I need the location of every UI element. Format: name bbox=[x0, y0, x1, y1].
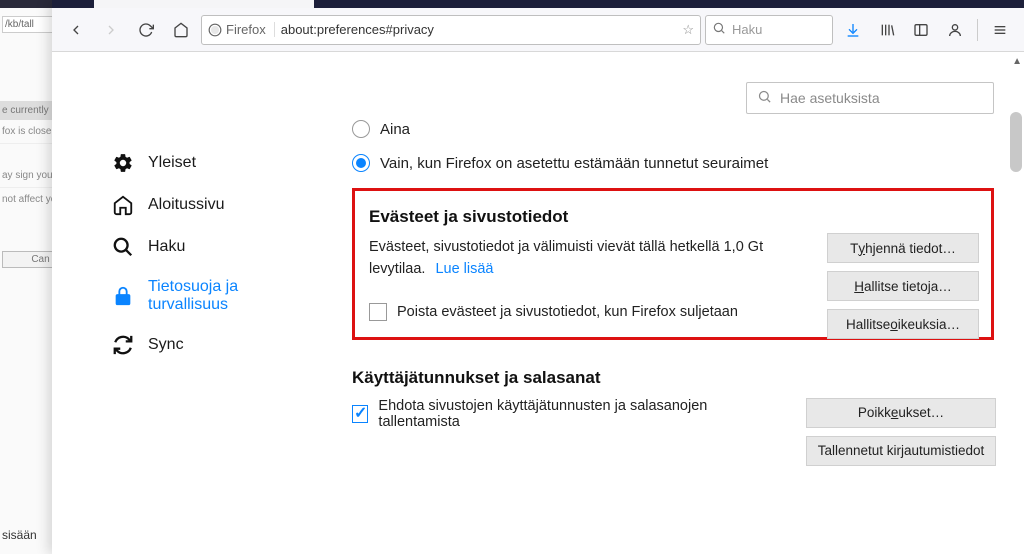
clear-data-button[interactable]: Tyhjennä tiedot… bbox=[827, 233, 979, 263]
lock-icon bbox=[112, 285, 134, 307]
scroll-up-arrow[interactable]: ▲ bbox=[1012, 56, 1022, 67]
url-bar[interactable]: Firefox about:preferences#privacy ☆ bbox=[201, 15, 701, 45]
bookmark-star-icon[interactable]: ☆ bbox=[682, 22, 694, 38]
remember-passwords-checkbox[interactable] bbox=[352, 405, 368, 423]
radio-always[interactable] bbox=[352, 120, 370, 138]
search-placeholder: Haku bbox=[732, 22, 762, 37]
toolbar: Firefox about:preferences#privacy ☆ Haku bbox=[52, 8, 1024, 52]
saved-logins-button[interactable]: Tallennetut kirjautumistiedot bbox=[806, 436, 996, 466]
preferences-nav: Yleiset Aloitussivu Haku Tietosuoja ja t… bbox=[112, 142, 302, 366]
search-icon bbox=[112, 236, 134, 258]
account-button[interactable] bbox=[939, 15, 971, 45]
tab-strip: Asetukset × bbox=[52, 0, 1024, 8]
toolbar-separator bbox=[977, 19, 978, 41]
radio-only-blocking[interactable] bbox=[352, 154, 370, 172]
cookies-title: Evästeet ja sivustotiedot bbox=[369, 207, 977, 227]
exceptions-button[interactable]: Poikkeukset… bbox=[806, 398, 996, 428]
nav-general[interactable]: Yleiset bbox=[112, 142, 302, 184]
learn-more-link[interactable]: Lue lisää bbox=[435, 261, 493, 277]
sync-icon bbox=[112, 334, 134, 356]
nav-privacy[interactable]: Tietosuoja ja turvallisuus bbox=[112, 268, 302, 324]
tab-close-button[interactable]: × bbox=[298, 0, 306, 2]
logins-section: Käyttäjätunnukset ja salasanat Ehdota si… bbox=[352, 368, 994, 430]
firefox-window: Asetukset × Firefox about:preferences#pr… bbox=[52, 0, 1024, 554]
menu-button[interactable] bbox=[984, 15, 1016, 45]
tab-title: Asetukset bbox=[122, 0, 192, 3]
nav-label: Tietosuoja ja turvallisuus bbox=[148, 278, 302, 314]
radio-always-label: Aina bbox=[380, 121, 410, 138]
radio-only-blocking-row[interactable]: Vain, kun Firefox on asetettu estämään t… bbox=[352, 154, 994, 172]
sidebar-button[interactable] bbox=[905, 15, 937, 45]
nav-label: Aloitussivu bbox=[148, 196, 224, 214]
gear-icon bbox=[112, 152, 134, 174]
search-icon bbox=[757, 89, 772, 107]
downloads-button[interactable] bbox=[837, 15, 869, 45]
remember-passwords-label: Ehdota sivustojen käyttäjätunnusten ja s… bbox=[378, 398, 752, 430]
forward-button[interactable] bbox=[95, 15, 126, 45]
cookies-body: Evästeet, sivustotiedot ja välimuisti vi… bbox=[369, 237, 799, 281]
identity-box[interactable]: Firefox bbox=[208, 22, 275, 37]
library-button[interactable] bbox=[871, 15, 903, 45]
logins-title: Käyttäjätunnukset ja salasanat bbox=[352, 368, 994, 388]
radio-always-row[interactable]: Aina bbox=[352, 120, 994, 138]
delete-on-close-checkbox[interactable] bbox=[369, 303, 387, 321]
cookies-section-highlight: Evästeet ja sivustotiedot Evästeet, sivu… bbox=[352, 188, 994, 340]
home-button[interactable] bbox=[166, 15, 197, 45]
nav-sync[interactable]: Sync bbox=[112, 324, 302, 366]
search-settings-input[interactable]: Hae asetuksista bbox=[746, 82, 994, 114]
home-icon bbox=[112, 194, 134, 216]
search-bar[interactable]: Haku bbox=[705, 15, 833, 45]
nav-search[interactable]: Haku bbox=[112, 226, 302, 268]
radio-only-blocking-label: Vain, kun Firefox on asetettu estämään t… bbox=[380, 155, 768, 172]
settings-tab-icon bbox=[102, 0, 116, 4]
nav-label: Yleiset bbox=[148, 154, 196, 172]
nav-label: Sync bbox=[148, 336, 184, 354]
back-button[interactable] bbox=[60, 15, 91, 45]
manage-permissions-button[interactable]: Hallitse oikeuksia… bbox=[827, 309, 979, 339]
url-text: about:preferences#privacy bbox=[281, 22, 677, 37]
preferences-content: ▲ Hae asetuksista Yleiset Aloitussivu bbox=[52, 52, 1024, 554]
nav-label: Haku bbox=[148, 238, 185, 256]
reload-button[interactable] bbox=[131, 15, 162, 45]
remember-passwords-row[interactable]: Ehdota sivustojen käyttäjätunnusten ja s… bbox=[352, 398, 752, 430]
nav-home[interactable]: Aloitussivu bbox=[112, 184, 302, 226]
delete-on-close-label: Poista evästeet ja sivustotiedot, kun Fi… bbox=[397, 304, 738, 320]
vertical-scrollbar[interactable] bbox=[1010, 112, 1022, 172]
manage-data-button[interactable]: Hallitse tietoja… bbox=[827, 271, 979, 301]
search-settings-placeholder: Hae asetuksista bbox=[780, 90, 880, 106]
identity-label: Firefox bbox=[226, 22, 266, 37]
tab-settings[interactable]: Asetukset × bbox=[94, 0, 314, 8]
search-icon bbox=[712, 21, 726, 38]
privacy-panel: Aina Vain, kun Firefox on asetettu estäm… bbox=[352, 112, 994, 430]
